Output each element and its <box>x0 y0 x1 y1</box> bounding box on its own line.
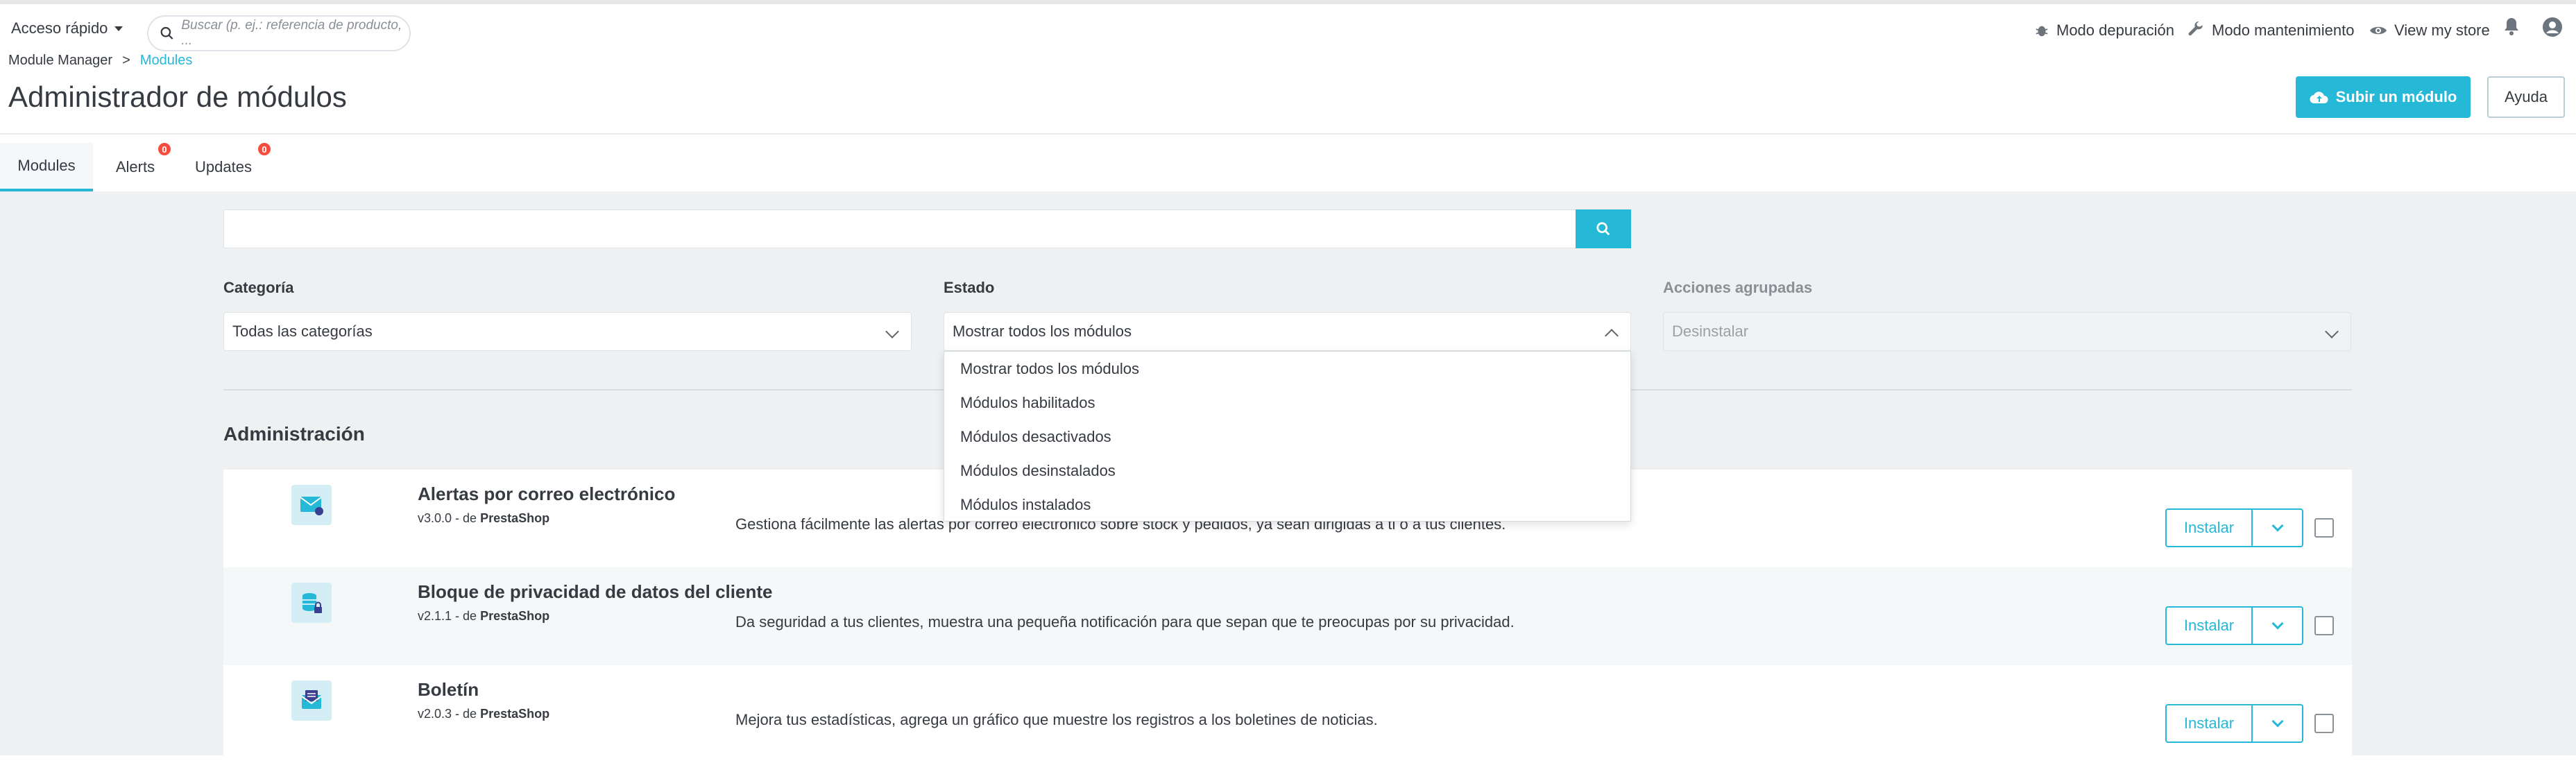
tab-updates-label: Updates <box>195 158 252 175</box>
install-button[interactable]: Instalar <box>2165 704 2251 743</box>
install-button[interactable]: Instalar <box>2165 508 2251 547</box>
module-author: PrestaShop <box>480 609 550 623</box>
chevron-down-icon <box>885 325 899 338</box>
help-button[interactable]: Ayuda <box>2487 76 2565 118</box>
chevron-down-icon <box>2271 520 2283 532</box>
module-search-button[interactable] <box>1576 209 1631 248</box>
module-select-checkbox[interactable] <box>2314 616 2334 635</box>
maintenance-mode-label: Modo mantenimiento <box>2212 22 2355 39</box>
tab-modules[interactable]: Modules <box>0 143 93 191</box>
status-option[interactable]: Módulos instalados <box>960 496 1091 514</box>
module-author: PrestaShop <box>480 707 550 721</box>
caret-down-icon <box>114 26 123 31</box>
status-option[interactable]: Mostrar todos los módulos <box>960 360 1139 378</box>
notifications-button[interactable] <box>2503 17 2520 40</box>
quick-access-label: Acceso rápido <box>11 19 108 37</box>
upload-module-label: Subir un módulo <box>2335 88 2457 105</box>
module-row: Bloque de privacidad de datos del client… <box>223 567 2352 665</box>
tab-updates[interactable]: Updates 0 <box>189 143 271 191</box>
tab-alerts[interactable]: Alerts 0 <box>104 143 171 191</box>
category-label: Categoría <box>223 279 294 296</box>
status-option[interactable]: Módulos desactivados <box>960 428 1111 446</box>
breadcrumb-parent[interactable]: Module Manager <box>8 53 112 69</box>
category-select[interactable]: Todas las categorías <box>223 312 912 351</box>
view-store-link[interactable]: View my store <box>2369 17 2490 44</box>
breadcrumb-current[interactable]: Modules <box>140 53 193 69</box>
module-name: Alertas por correo electrónico <box>418 483 676 504</box>
chevron-down-icon <box>2271 617 2283 630</box>
status-option[interactable]: Módulos habilitados <box>960 394 1095 412</box>
bell-icon <box>2505 18 2518 35</box>
category-value: Todas las categorías <box>232 323 373 340</box>
search-icon <box>1596 222 1610 236</box>
bulk-actions-value: Desinstalar <box>1672 323 1749 340</box>
bug-icon <box>2036 26 2048 37</box>
database-lock-icon <box>291 583 332 623</box>
debug-mode-label: Modo depuración <box>2056 22 2175 39</box>
module-meta: v3.0.0 - de PrestaShop <box>418 511 549 526</box>
breadcrumb-separator: > <box>122 53 130 68</box>
status-value: Mostrar todos los módulos <box>953 323 1132 340</box>
breadcrumb: Module Manager > Modules <box>8 53 192 69</box>
module-version: v3.0.0 - de <box>418 511 477 525</box>
cloud-upload-icon <box>2310 92 2328 104</box>
debug-mode-link[interactable]: Modo depuración <box>2034 17 2174 44</box>
status-select[interactable]: Mostrar todos los módulos <box>944 312 1631 351</box>
header-divider <box>0 133 2576 135</box>
eye-icon <box>2370 26 2387 35</box>
user-icon <box>2543 17 2562 37</box>
user-profile-button[interactable] <box>2542 17 2563 41</box>
email-alert-icon <box>291 485 332 525</box>
module-actions-dropdown[interactable] <box>2251 508 2303 547</box>
module-meta: v2.1.1 - de PrestaShop <box>418 609 549 624</box>
tab-alerts-label: Alerts <box>115 158 155 175</box>
section-title: Administración <box>223 423 365 445</box>
module-meta: v2.0.3 - de PrestaShop <box>418 707 549 721</box>
module-description: Da seguridad a tus clientes, muestra una… <box>735 613 1515 631</box>
quick-access-menu[interactable]: Acceso rápido <box>11 19 123 37</box>
module-description: Mejora tus estadísticas, agrega un gráfi… <box>735 711 1378 728</box>
maintenance-mode-link[interactable]: Modo mantenimiento <box>2187 17 2354 44</box>
module-version: v2.1.1 - de <box>418 609 477 623</box>
module-row: Boletín v2.0.3 - de PrestaShop Mejora tu… <box>223 665 2352 763</box>
module-name: Boletín <box>418 679 479 700</box>
upload-module-button[interactable]: Subir un módulo <box>2296 76 2471 118</box>
install-button[interactable]: Instalar <box>2165 606 2251 645</box>
alerts-count-badge: 0 <box>158 143 171 155</box>
bulk-actions-label: Acciones agrupadas <box>1663 279 1813 296</box>
wrench-icon <box>2188 22 2203 36</box>
updates-count-badge: 0 <box>258 143 271 155</box>
status-option[interactable]: Módulos desinstalados <box>960 462 1116 480</box>
top-bar: Acceso rápido Buscar (p. ej.: referencia… <box>0 4 2576 53</box>
module-search-input[interactable] <box>223 209 1576 248</box>
global-search-input[interactable]: Buscar (p. ej.: referencia de producto, … <box>147 15 411 51</box>
module-version: v2.0.3 - de <box>418 707 477 721</box>
module-actions-dropdown[interactable] <box>2251 606 2303 645</box>
view-store-label: View my store <box>2394 22 2490 39</box>
global-search-placeholder: Buscar (p. ej.: referencia de producto, … <box>181 18 402 48</box>
tab-modules-label: Modules <box>17 157 76 174</box>
module-author: PrestaShop <box>480 511 550 525</box>
bulk-actions-select: Desinstalar <box>1663 312 2351 351</box>
module-select-checkbox[interactable] <box>2314 714 2334 733</box>
chevron-up-icon <box>1605 329 1619 343</box>
status-dropdown-menu: Mostrar todos los módulos Módulos habili… <box>944 351 1631 522</box>
chevron-down-icon <box>2325 325 2339 338</box>
search-icon <box>160 26 173 40</box>
module-actions-dropdown[interactable] <box>2251 704 2303 743</box>
chevron-down-icon <box>2271 715 2283 728</box>
page-title: Administrador de módulos <box>8 80 347 113</box>
module-select-checkbox[interactable] <box>2314 518 2334 538</box>
module-name: Bloque de privacidad de datos del client… <box>418 581 773 602</box>
newsletter-icon <box>291 680 332 721</box>
status-label: Estado <box>944 279 995 296</box>
